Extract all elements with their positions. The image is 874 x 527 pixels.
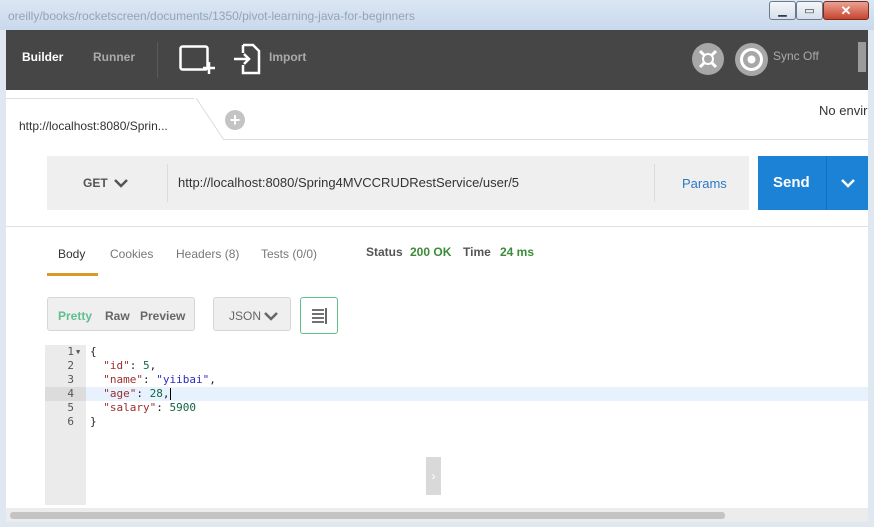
json-value: 5900: [169, 401, 196, 414]
new-window-icon[interactable]: [179, 45, 215, 75]
collapse-panel-button[interactable]: ›: [426, 457, 441, 495]
format-select[interactable]: JSON: [213, 297, 291, 331]
code-text: "id": 5,: [90, 359, 156, 373]
params-button[interactable]: Params: [682, 176, 727, 191]
send-button[interactable]: Send: [758, 156, 868, 210]
json-comma: ,: [149, 359, 157, 372]
json-key: "id": [103, 359, 130, 372]
code-line: 5 "salary": 5900: [45, 401, 868, 415]
line-number: 6: [67, 415, 74, 428]
line-number: 2: [67, 359, 74, 372]
wrap-lines-button[interactable]: [300, 297, 338, 334]
add-tab-button[interactable]: +: [225, 110, 245, 130]
sync-icon[interactable]: [735, 43, 768, 76]
window-titlebar: oreilly/books/rocketscreen/documents/135…: [0, 0, 874, 30]
toolbar-divider: [157, 42, 158, 78]
code-line: 3 "name": "yiibai",: [45, 373, 868, 387]
time-value: 24 ms: [500, 245, 535, 259]
pretty-button[interactable]: Pretty: [58, 309, 92, 323]
close-button[interactable]: ✕: [823, 1, 869, 20]
request-tabbar: http://localhost:8080/Sprin... + No envi…: [6, 90, 868, 140]
line-number: 4: [45, 387, 86, 401]
scrollbar-thumb[interactable]: [10, 512, 725, 519]
url-divider: [167, 164, 168, 202]
request-tab[interactable]: http://localhost:8080/Sprin...: [6, 98, 196, 140]
raw-button[interactable]: Raw: [105, 309, 130, 323]
request-tab-label: http://localhost:8080/Sprin...: [19, 119, 168, 133]
interceptor-icon[interactable]: [692, 43, 724, 75]
environment-selector[interactable]: No envir: [819, 103, 867, 118]
line-number: 5: [67, 401, 74, 414]
code-text: "age": 28,: [90, 387, 171, 401]
code-text: "name": "yiibai",: [90, 373, 216, 387]
status-label: Status: [366, 245, 403, 259]
tab-body[interactable]: Body: [58, 247, 85, 261]
preview-button[interactable]: Preview: [140, 309, 185, 323]
time-label: Time: [463, 245, 491, 259]
code-line: 1 ▼ {: [45, 345, 868, 359]
chevron-down-icon[interactable]: [114, 178, 128, 188]
json-separator: :: [143, 373, 157, 386]
fold-arrow-icon[interactable]: ▼: [76, 345, 80, 359]
runner-tab[interactable]: Runner: [93, 50, 135, 64]
code-text: {: [90, 345, 97, 358]
json-separator: :: [156, 401, 170, 414]
code-text: "salary": 5900: [90, 401, 196, 415]
chevron-down-icon: [264, 312, 278, 321]
text-cursor: [169, 388, 171, 400]
view-mode-group: Pretty Raw Preview: [47, 297, 195, 331]
import-label[interactable]: Import: [269, 50, 306, 64]
tab-tests[interactable]: Tests (0/0): [261, 247, 317, 261]
line-number: 3: [67, 373, 74, 386]
code-line-active: 4 "age": 28,: [45, 387, 868, 401]
json-key: "name": [103, 373, 143, 386]
builder-tab[interactable]: Builder: [22, 50, 63, 64]
active-tab-indicator: [47, 273, 98, 276]
import-icon[interactable]: [233, 43, 261, 75]
method-select[interactable]: GET: [83, 176, 108, 190]
url-bar: GET http://localhost:8080/Spring4MVCCRUD…: [47, 156, 749, 210]
json-key: "age": [103, 387, 137, 400]
json-separator: :: [136, 387, 150, 400]
code-line: 6 }: [45, 415, 868, 429]
window-title: oreilly/books/rocketscreen/documents/135…: [8, 9, 415, 23]
params-divider: [654, 164, 655, 202]
section-divider: [6, 226, 868, 227]
code-text: }: [90, 415, 97, 428]
tab-cookies[interactable]: Cookies: [110, 247, 153, 261]
json-separator: :: [129, 359, 143, 372]
wrap-lines-icon: [312, 308, 327, 324]
format-label: JSON: [229, 309, 262, 323]
sync-status[interactable]: Sync Off: [773, 49, 819, 63]
json-comma: ,: [209, 373, 216, 386]
json-value: 5: [143, 359, 150, 372]
maximize-button[interactable]: ▭: [796, 1, 823, 20]
json-key: "salary": [103, 401, 157, 414]
send-divider: [826, 156, 827, 210]
minimize-button[interactable]: ▁: [769, 1, 796, 20]
top-toolbar: Builder Runner Import Sync Off: [6, 30, 868, 90]
chevron-down-icon[interactable]: [841, 178, 855, 188]
horizontal-scrollbar[interactable]: [6, 508, 868, 522]
response-editor[interactable]: 1 ▼ { 2 "id": 5, 3 "name": "yiibai", 4 "…: [45, 345, 868, 505]
send-label: Send: [773, 174, 810, 191]
status-value: 200 OK: [410, 245, 452, 259]
json-value: 28: [149, 387, 163, 400]
app-frame: Builder Runner Import Sync Off http://lo…: [6, 30, 868, 522]
json-comma: ,: [162, 387, 170, 400]
url-input[interactable]: http://localhost:8080/Spring4MVCCRUDRest…: [178, 175, 519, 190]
code-line: 2 "id": 5,: [45, 359, 868, 373]
json-value: "yiibai": [156, 373, 210, 386]
tab-headers[interactable]: Headers (8): [176, 247, 239, 261]
toolbar-scrollbar[interactable]: [858, 42, 866, 72]
